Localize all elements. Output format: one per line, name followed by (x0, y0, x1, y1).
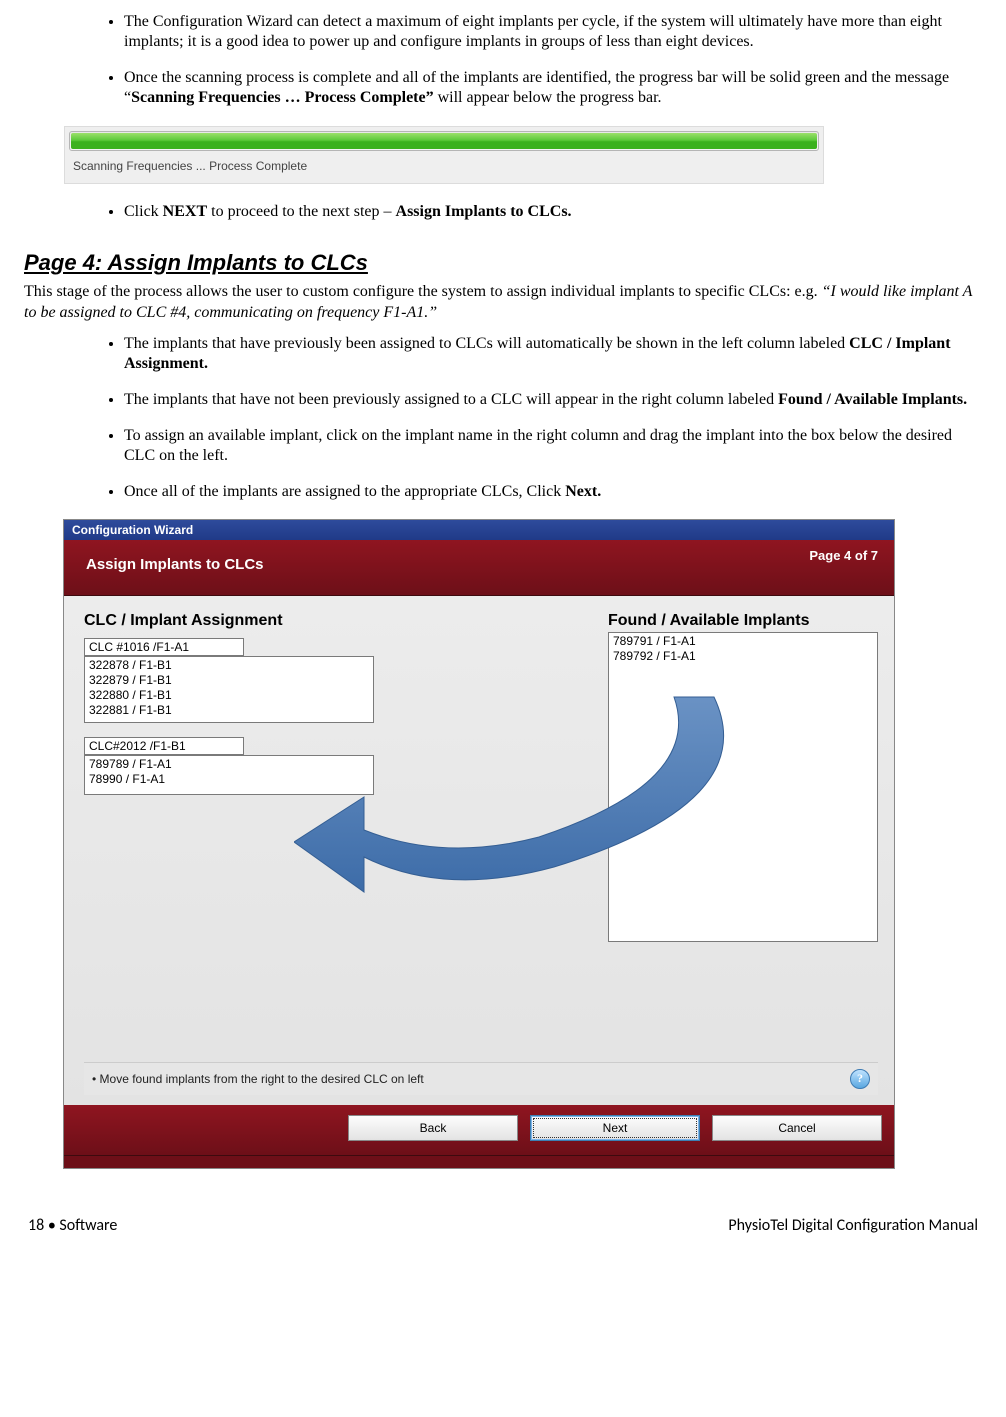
bullet-item: The Configuration Wizard can detect a ma… (124, 12, 982, 52)
step-title: Assign Implants to CLCs (86, 556, 878, 573)
wizard-window: Configuration Wizard Page 4 of 7 Assign … (64, 520, 894, 1168)
text: To assign an available implant, click on… (124, 427, 952, 464)
footer-right: PhysioTel Digital Configuration Manual (728, 1216, 978, 1235)
help-icon[interactable]: ? (850, 1069, 870, 1089)
bullet-item: Click NEXT to proceed to the next step –… (124, 202, 982, 222)
wizard-footer: Back Next Cancel (64, 1105, 894, 1155)
clc-header[interactable]: CLC#2012 /F1-B1 (84, 737, 244, 755)
bullet-item: Once all of the implants are assigned to… (124, 482, 982, 502)
list-item[interactable]: 322880 / F1-B1 (89, 688, 369, 703)
text: The implants that have not been previous… (124, 391, 778, 408)
footer-left: 18 • Software (28, 1216, 117, 1235)
bold-text: Scanning Frequencies … Process Complete” (131, 89, 434, 106)
bullet-item: Once the scanning process is complete an… (124, 68, 982, 108)
wizard-body: CLC / Implant Assignment CLC #1016 /F1-A… (64, 596, 894, 1105)
bold-text: Found / Available Implants. (778, 391, 967, 408)
status-strip (64, 1155, 894, 1168)
back-button[interactable]: Back (348, 1115, 518, 1141)
bold-text: Next. (565, 483, 601, 500)
text: to proceed to the next step – (207, 203, 395, 220)
text: Once all of the implants are assigned to… (124, 483, 565, 500)
bullet-item: To assign an available implant, click on… (124, 426, 982, 466)
bold-text: NEXT (163, 203, 207, 220)
list-item[interactable]: 322879 / F1-B1 (89, 673, 369, 688)
clc-listbox[interactable]: 322878 / F1-B1 322879 / F1-B1 322880 / F… (84, 656, 374, 723)
right-column-header: Found / Available Implants (608, 612, 878, 630)
text: The implants that have previously been a… (124, 335, 849, 352)
bullet-item: The implants that have previously been a… (124, 334, 982, 374)
list-item[interactable]: 322878 / F1-B1 (89, 658, 369, 673)
page-footer: 18 • Software PhysioTel Digital Configur… (24, 1216, 982, 1235)
text: will appear below the progress bar. (434, 89, 662, 106)
available-listbox[interactable]: 789791 / F1-A1 789792 / F1-A1 (608, 632, 878, 942)
text: The Configuration Wizard can detect a ma… (124, 13, 942, 50)
window-titlebar: Configuration Wizard (64, 520, 894, 540)
section-heading: Page 4: Assign Implants to CLCs (24, 250, 982, 276)
hint-text: • Move found implants from the right to … (92, 1072, 424, 1086)
available-column: Found / Available Implants 789791 / F1-A… (608, 612, 878, 942)
list-item[interactable]: 789789 / F1-A1 (89, 757, 369, 772)
next-button[interactable]: Next (530, 1115, 700, 1141)
list-item[interactable]: 789792 / F1-A1 (613, 649, 873, 664)
progress-status-text: Scanning Frequencies ... Process Complet… (69, 157, 819, 179)
text: This stage of the process allows the use… (24, 283, 822, 300)
assignment-column: CLC / Implant Assignment CLC #1016 /F1-A… (84, 612, 374, 942)
progress-bar (69, 131, 819, 151)
left-column-header: CLC / Implant Assignment (84, 612, 374, 630)
section-intro: This stage of the process allows the use… (24, 282, 982, 324)
list-item[interactable]: 78990 / F1-A1 (89, 772, 369, 787)
list-item[interactable]: 789791 / F1-A1 (613, 634, 873, 649)
bullet-item: The implants that have not been previous… (124, 390, 982, 410)
wizard-header: Page 4 of 7 Assign Implants to CLCs (64, 540, 894, 596)
clc-listbox[interactable]: 789789 / F1-A1 78990 / F1-A1 (84, 755, 374, 795)
body-bullets: The implants that have previously been a… (24, 334, 982, 502)
list-item[interactable]: 322881 / F1-B1 (89, 703, 369, 718)
progress-screenshot: Scanning Frequencies ... Process Complet… (64, 126, 824, 184)
intro-bullets: The Configuration Wizard can detect a ma… (24, 12, 982, 108)
cancel-button[interactable]: Cancel (712, 1115, 882, 1141)
progress-fill (71, 133, 817, 149)
hint-bar: • Move found implants from the right to … (84, 1062, 878, 1095)
next-bullet: Click NEXT to proceed to the next step –… (24, 202, 982, 222)
page-indicator: Page 4 of 7 (809, 548, 878, 563)
text: Click (124, 203, 163, 220)
bold-text: Assign Implants to CLCs. (396, 203, 572, 220)
clc-header[interactable]: CLC #1016 /F1-A1 (84, 638, 244, 656)
